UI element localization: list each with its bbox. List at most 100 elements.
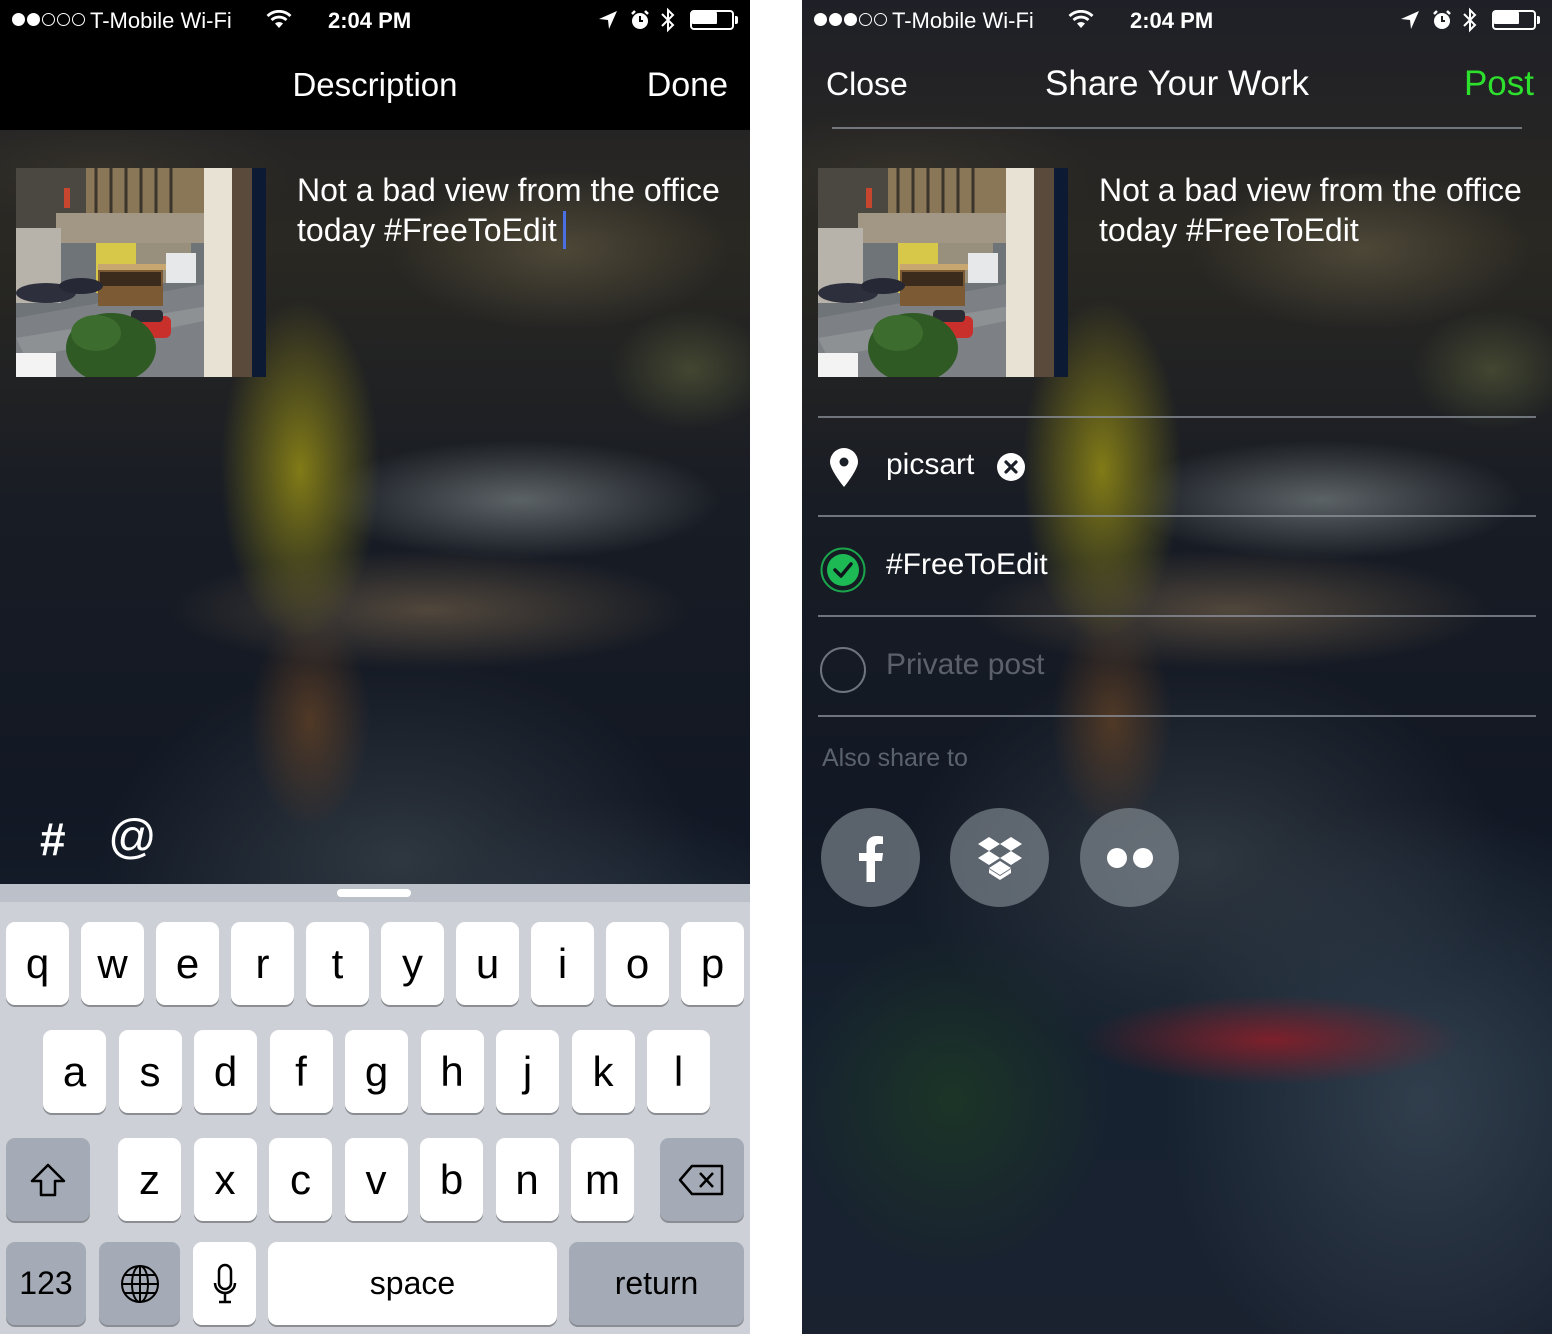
- key-e[interactable]: e: [156, 922, 219, 1005]
- header-divider: [832, 127, 1522, 129]
- signal-dot: [72, 13, 85, 26]
- share-facebook-button[interactable]: [821, 808, 920, 907]
- divider: [818, 715, 1536, 717]
- location-row[interactable]: picsart: [818, 418, 1536, 516]
- key-s[interactable]: s: [118, 1030, 182, 1113]
- checkmark-circle-icon[interactable]: [820, 547, 866, 593]
- post-thumbnail[interactable]: [818, 168, 1068, 377]
- private-post-row[interactable]: Private post: [818, 618, 1536, 716]
- key-g[interactable]: g: [345, 1030, 408, 1113]
- key-x[interactable]: x: [193, 1138, 257, 1221]
- share-section-label: Also share to: [822, 744, 968, 772]
- drag-handle[interactable]: [337, 889, 411, 897]
- battery-icon: [690, 10, 738, 30]
- key-z[interactable]: z: [118, 1138, 181, 1221]
- divider: [818, 615, 1536, 617]
- post-button[interactable]: Post: [1464, 64, 1534, 104]
- hashtag-button[interactable]: #: [40, 812, 66, 866]
- key-k[interactable]: k: [571, 1030, 635, 1113]
- battery-icon: [1492, 10, 1540, 30]
- description-screen: Description Done T-Mobile Wi-Fi 2:04 PM: [0, 0, 750, 1334]
- key-b[interactable]: b: [420, 1138, 483, 1221]
- key-u[interactable]: u: [456, 922, 519, 1005]
- alarm-clock-icon: [631, 10, 649, 29]
- page-title: Share Your Work: [1045, 64, 1309, 103]
- battery-fill: [1494, 12, 1519, 24]
- key-n[interactable]: n: [495, 1138, 559, 1221]
- alarm-clock-icon: [1433, 10, 1451, 29]
- key-l[interactable]: l: [647, 1030, 710, 1113]
- key-d[interactable]: d: [194, 1030, 257, 1113]
- share-screen: T-Mobile Wi-Fi 2:04 PM Close Share Your …: [802, 0, 1552, 1334]
- text-cursor: [562, 211, 566, 249]
- key-v[interactable]: v: [344, 1138, 408, 1221]
- photo-image: [16, 168, 266, 377]
- signal-dot: [42, 13, 55, 26]
- description-text[interactable]: Not a bad view from the office today #Fr…: [1099, 170, 1529, 250]
- key-o[interactable]: o: [606, 922, 669, 1005]
- globe-key[interactable]: [99, 1242, 180, 1325]
- key-p[interactable]: p: [681, 922, 744, 1005]
- dictation-key[interactable]: [193, 1242, 256, 1325]
- facebook-icon: [858, 835, 883, 882]
- location-label: picsart: [886, 448, 975, 481]
- mention-button[interactable]: @: [108, 810, 157, 865]
- key-j[interactable]: j: [496, 1030, 559, 1113]
- keyboard-handle-bar: [0, 884, 750, 902]
- shift-key[interactable]: [6, 1138, 90, 1221]
- signal-dot: [12, 13, 25, 26]
- signal-dot: [57, 13, 70, 26]
- space-key[interactable]: space: [268, 1242, 557, 1325]
- key-m[interactable]: m: [571, 1138, 634, 1221]
- signal-strength-icon: [814, 13, 887, 26]
- signal-dot: [844, 13, 857, 26]
- description-input[interactable]: Not a bad view from the office today #Fr…: [297, 170, 727, 250]
- bluetooth-icon: [1463, 7, 1477, 33]
- key-i[interactable]: i: [531, 922, 594, 1005]
- divider: [818, 515, 1536, 517]
- clock: 2:04 PM: [328, 8, 412, 33]
- post-thumbnail[interactable]: [16, 168, 266, 377]
- signal-dot: [859, 13, 872, 26]
- status-bar: T-Mobile Wi-Fi 2:04 PM: [802, 0, 1552, 40]
- status-bar: T-Mobile Wi-Fi 2:04 PM: [0, 0, 750, 40]
- microphone-icon: [213, 1263, 236, 1303]
- bluetooth-icon: [661, 7, 675, 33]
- wifi-icon: [1068, 10, 1094, 28]
- location-arrow-icon: [1401, 11, 1419, 29]
- unchecked-circle-icon[interactable]: [820, 647, 866, 693]
- battery-fill: [692, 12, 717, 24]
- wifi-icon: [266, 10, 292, 28]
- globe-icon: [120, 1264, 159, 1303]
- key-a[interactable]: a: [43, 1030, 106, 1113]
- photo-image: [818, 168, 1068, 377]
- key-t[interactable]: t: [306, 922, 369, 1005]
- signal-dot: [814, 13, 827, 26]
- clock: 2:04 PM: [1130, 8, 1214, 33]
- share-dropbox-button[interactable]: [950, 808, 1049, 907]
- key-c[interactable]: c: [269, 1138, 332, 1221]
- key-q[interactable]: q: [6, 922, 69, 1005]
- signal-dot: [874, 13, 887, 26]
- key-r[interactable]: r: [231, 922, 294, 1005]
- page-title: Description: [292, 66, 458, 103]
- backspace-icon: [678, 1164, 724, 1195]
- numbers-key[interactable]: 123: [6, 1242, 86, 1325]
- map-pin-icon: [830, 448, 858, 487]
- free-to-edit-row[interactable]: #FreeToEdit: [818, 518, 1536, 616]
- done-button[interactable]: Done: [647, 66, 728, 105]
- key-h[interactable]: h: [420, 1030, 484, 1113]
- key-w[interactable]: w: [81, 922, 144, 1005]
- key-f[interactable]: f: [269, 1030, 333, 1113]
- share-flickr-button[interactable]: [1080, 808, 1179, 907]
- clear-x-icon[interactable]: [996, 452, 1026, 482]
- private-post-label: Private post: [886, 648, 1045, 681]
- description-text: Not a bad view from the office today #Fr…: [297, 172, 720, 248]
- backspace-key[interactable]: [660, 1138, 744, 1221]
- signal-strength-icon: [12, 13, 85, 26]
- key-y[interactable]: y: [381, 922, 444, 1005]
- dropbox-icon: [977, 836, 1022, 880]
- carrier-name: T-Mobile Wi-Fi: [892, 8, 1034, 33]
- free-to-edit-label: #FreeToEdit: [886, 548, 1048, 581]
- return-key[interactable]: return: [569, 1242, 744, 1325]
